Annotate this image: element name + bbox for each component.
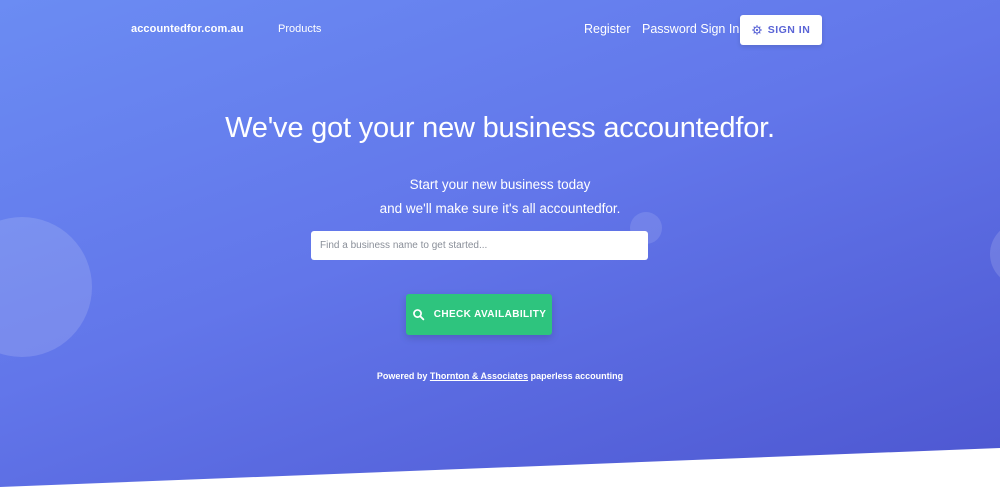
top-nav: accountedfor.com.au Products Register Pa…	[0, 0, 1000, 60]
search-icon	[412, 309, 424, 321]
bottom-wave-divider	[0, 448, 1000, 500]
powered-by-text: Powered by Thornton & Associates paperle…	[0, 371, 1000, 381]
gear-icon	[751, 25, 762, 35]
check-availability-label: CHECK AVAILABILITY	[433, 309, 547, 320]
powered-by-prefix: Powered by	[376, 371, 430, 381]
thornton-associates-link[interactable]: Thornton & Associates	[430, 371, 528, 381]
brand-logo-link[interactable]: accountedfor.com.au	[131, 23, 244, 35]
sign-in-label: SIGN IN	[767, 24, 811, 36]
hero-title: We've got your new business accountedfor…	[225, 112, 775, 144]
powered-by-suffix: paperless accounting	[528, 371, 624, 381]
nav-register-link[interactable]: Register	[584, 22, 631, 36]
decorative-circle-right	[990, 222, 1000, 286]
check-availability-button[interactable]: CHECK AVAILABILITY	[406, 294, 552, 335]
decorative-circle-left	[0, 217, 92, 357]
hero-subtitle-line1: Start your new business today	[409, 177, 591, 192]
hero-subtitle-line2: and we'll make sure it's all accountedfo…	[379, 201, 621, 216]
business-name-search-input[interactable]	[311, 231, 648, 260]
nav-password-sign-in-link[interactable]: Password Sign In	[642, 22, 739, 36]
sign-in-button[interactable]: SIGN IN	[740, 15, 822, 45]
landing-page: accountedfor.com.au Products Register Pa…	[0, 0, 1000, 500]
nav-products-link[interactable]: Products	[278, 23, 321, 35]
